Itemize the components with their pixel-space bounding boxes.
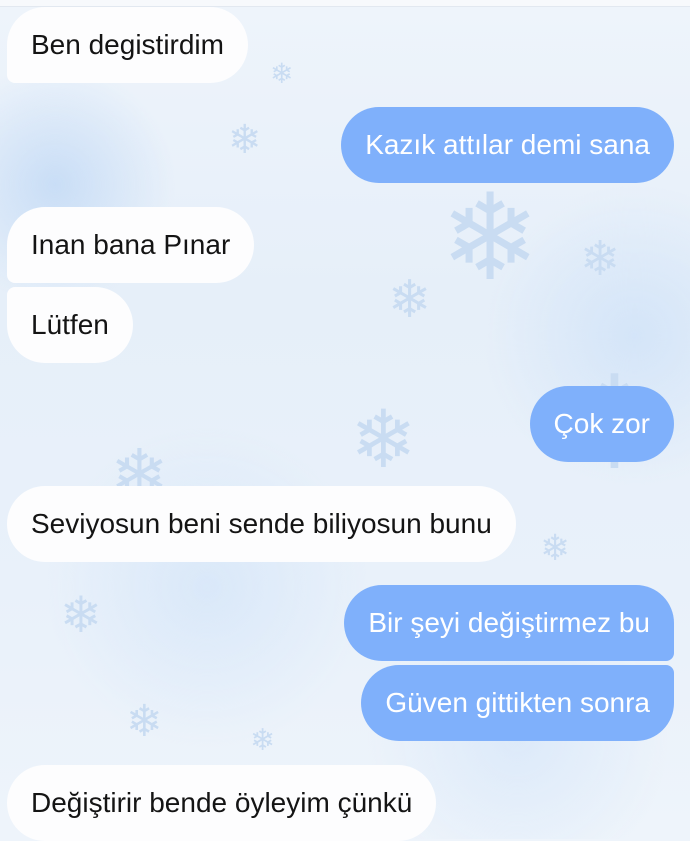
incoming-message-bubble[interactable]: Ben degistirdim: [7, 7, 248, 83]
snowflake-icon: ❄: [228, 118, 262, 162]
snowflake-icon: ❄: [440, 171, 541, 305]
outgoing-message-bubble[interactable]: Güven gittikten sonra: [361, 665, 674, 741]
snowflake-icon: ❄: [60, 587, 102, 643]
snowflake-icon: ❄: [540, 527, 571, 568]
snowflake-icon: ❄: [126, 697, 163, 746]
outgoing-message-bubble[interactable]: Kazık attılar demi sana: [341, 107, 674, 183]
incoming-message-bubble[interactable]: Değiştirir bende öyleyim çünkü: [7, 765, 437, 841]
incoming-message-bubble[interactable]: Lütfen: [7, 287, 133, 363]
outgoing-message-bubble[interactable]: Bir şeyi değiştirmez bu: [344, 585, 674, 661]
top-divider: [0, 0, 690, 7]
incoming-message-bubble[interactable]: Seviyosun beni sende biliyosun bunu: [7, 486, 516, 562]
snowflake-icon: ❄: [580, 233, 621, 286]
outgoing-message-bubble[interactable]: Çok zor: [529, 386, 674, 462]
snowflake-icon: ❄: [250, 724, 276, 757]
snowflake-icon: ❄: [388, 271, 432, 329]
incoming-message-bubble[interactable]: Inan bana Pınar: [7, 207, 255, 283]
snowflake-icon: ❄: [350, 395, 418, 484]
snowflake-icon: ❄: [270, 58, 294, 89]
